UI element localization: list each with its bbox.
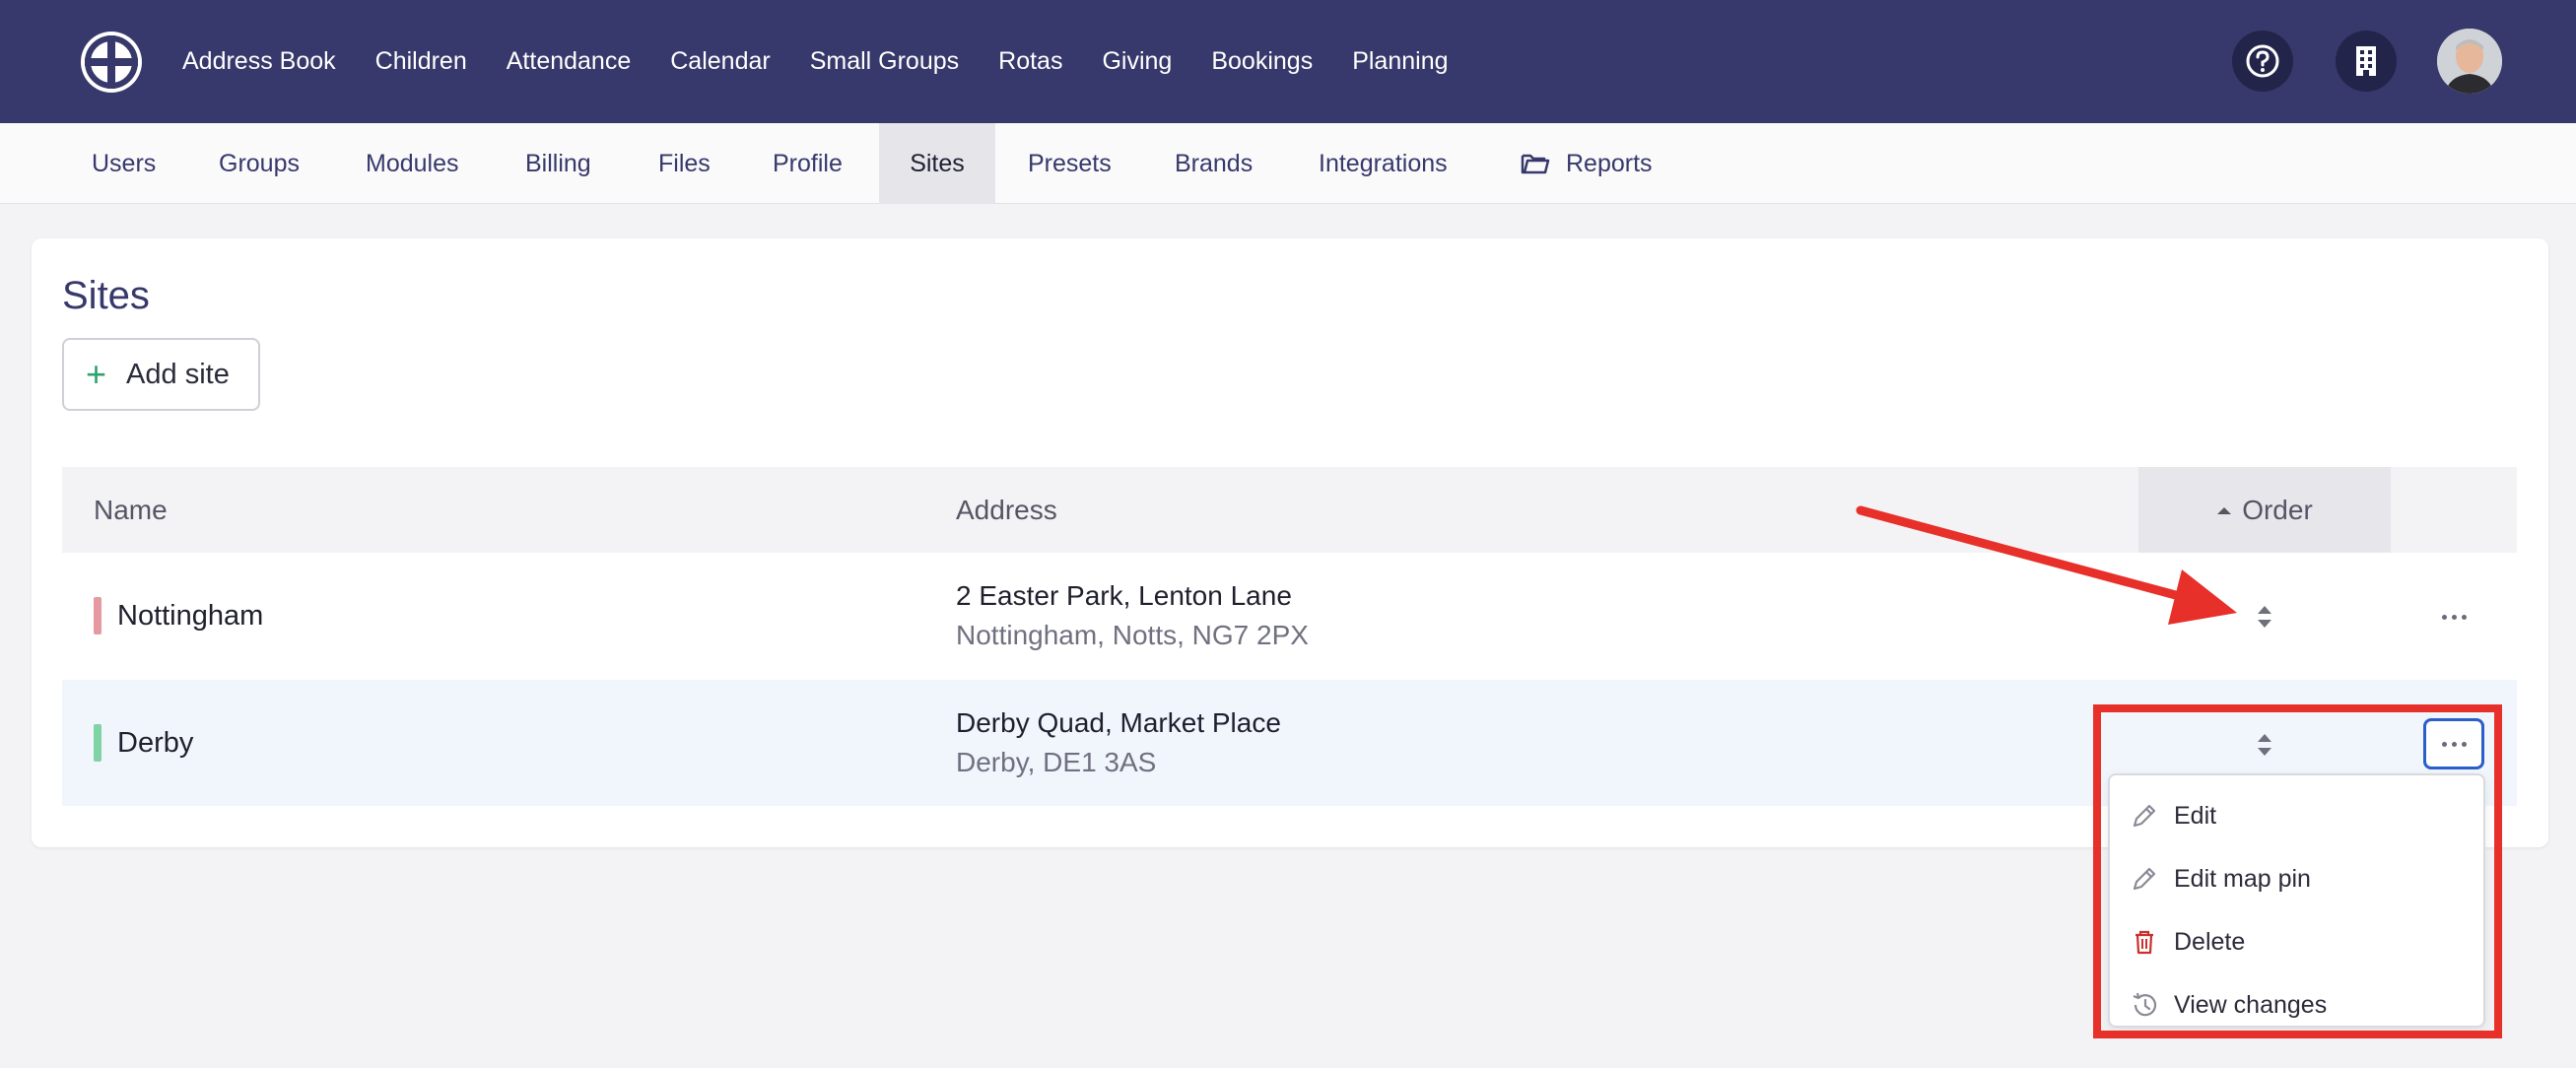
add-site-button[interactable]: + Add site [62, 338, 260, 411]
table-row[interactable]: Nottingham 2 Easter Park, Lenton Lane No… [62, 553, 2517, 679]
user-avatar[interactable] [2437, 29, 2502, 94]
tab-groups[interactable]: Groups [219, 123, 300, 204]
app-logo-icon[interactable] [79, 30, 144, 95]
header-name[interactable]: Name [94, 467, 168, 553]
drag-sort-icon[interactable] [2255, 603, 2274, 631]
tab-reports[interactable]: Reports [1521, 123, 1653, 204]
sort-asc-icon [2217, 506, 2232, 514]
site-address-line1: Derby Quad, Market Place [956, 707, 1281, 738]
page-title: Sites [62, 274, 150, 317]
top-nav: Address Book Children Attendance Calenda… [0, 0, 2576, 123]
tab-profile[interactable]: Profile [773, 123, 843, 204]
help-button[interactable] [2232, 31, 2293, 92]
header-order[interactable]: Order [2138, 467, 2391, 553]
tab-sites[interactable]: Sites [879, 123, 995, 204]
nav-planning[interactable]: Planning [1352, 47, 1448, 76]
tab-presets[interactable]: Presets [1028, 123, 1112, 204]
tab-integrations[interactable]: Integrations [1319, 123, 1448, 204]
site-address-line2: Derby, DE1 3AS [956, 747, 1157, 777]
settings-tabs: Users Groups Modules Billing Files Profi… [0, 123, 2576, 204]
plus-icon: + [86, 354, 107, 394]
nav-address-book[interactable]: Address Book [182, 47, 336, 76]
add-site-label: Add site [126, 358, 230, 390]
tab-files[interactable]: Files [658, 123, 711, 204]
nav-giving[interactable]: Giving [1102, 47, 1172, 76]
nav-children[interactable]: Children [375, 47, 467, 76]
site-name: Nottingham [117, 599, 264, 632]
help-icon [2246, 44, 2279, 78]
tab-modules[interactable]: Modules [366, 123, 459, 204]
nav-small-groups[interactable]: Small Groups [810, 47, 959, 76]
user-photo-icon [2437, 29, 2502, 94]
tab-reports-label: Reports [1566, 149, 1653, 177]
tab-users[interactable]: Users [92, 123, 156, 204]
site-color-bar [94, 724, 102, 762]
annotation-highlight-box [2093, 704, 2502, 1038]
nav-bookings[interactable]: Bookings [1211, 47, 1313, 76]
site-color-bar [94, 597, 102, 634]
building-icon [2356, 46, 2376, 76]
tab-brands[interactable]: Brands [1175, 123, 1253, 204]
header-address[interactable]: Address [956, 467, 1057, 553]
site-address-line2: Nottingham, Notts, NG7 2PX [956, 620, 1309, 650]
nav-rotas[interactable]: Rotas [998, 47, 1062, 76]
site-name: Derby [117, 726, 194, 759]
organisation-button[interactable] [2336, 31, 2397, 92]
main-menu: Address Book Children Attendance Calenda… [182, 0, 1488, 123]
folder-icon [1521, 154, 1550, 174]
row-actions-button[interactable] [2423, 591, 2484, 642]
tab-billing[interactable]: Billing [525, 123, 591, 204]
nav-attendance[interactable]: Attendance [507, 47, 632, 76]
nav-calendar[interactable]: Calendar [670, 47, 770, 76]
header-order-label: Order [2242, 494, 2313, 525]
site-address-line1: 2 Easter Park, Lenton Lane [956, 580, 1292, 611]
